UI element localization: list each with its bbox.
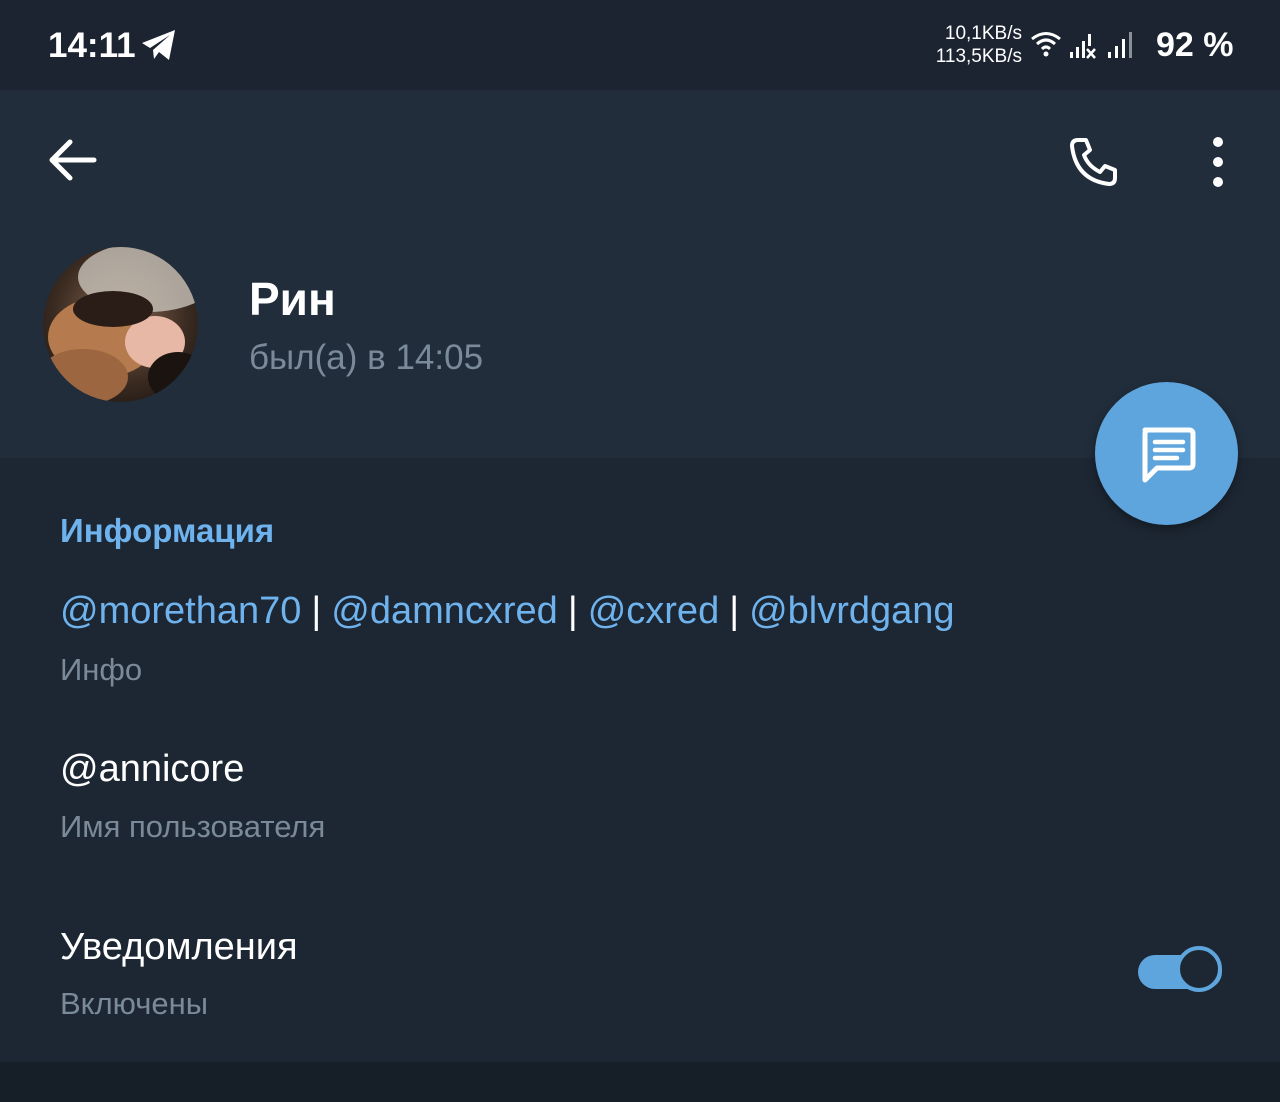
avatar-image <box>43 247 198 402</box>
bio-separator: | <box>729 590 740 632</box>
avatar[interactable] <box>43 247 198 402</box>
notifications-title[interactable]: Уведомления <box>60 926 298 969</box>
username-caption: Имя пользователя <box>60 809 326 844</box>
network-speed: 10,1KB/s 113,5KB/s <box>918 22 1022 68</box>
message-icon <box>1142 427 1196 483</box>
profile-name: Рин <box>249 273 336 325</box>
toggle-knob <box>1176 946 1222 992</box>
status-bar: 14:11 10,1KB/s 113,5KB/s 92 % <box>0 0 1280 90</box>
notifications-state: Включены <box>60 986 209 1021</box>
phone-icon[interactable] <box>1064 132 1124 192</box>
status-time: 14:11 <box>48 26 136 65</box>
bio-link[interactable]: @morethan70 <box>60 590 301 632</box>
notifications-toggle[interactable] <box>1136 946 1228 998</box>
wifi-icon <box>1031 32 1061 57</box>
bio-separator: | <box>311 590 322 632</box>
bio-caption: Инфо <box>60 652 143 687</box>
network-speed-up: 10,1KB/s <box>944 23 1022 44</box>
bio-link[interactable]: @cxred <box>588 590 720 632</box>
more-vertical-icon[interactable] <box>1196 132 1240 192</box>
info-section-title: Информация <box>60 512 275 549</box>
bio-text: @morethan70 | @damncxred | @cxred | @blvrdgang <box>60 590 955 633</box>
network-speed-down: 113,5KB/s <box>935 46 1022 67</box>
bottom-divider <box>0 1062 1280 1102</box>
last-seen-status: был(а) в 14:05 <box>249 338 484 377</box>
bio-link[interactable]: @damncxred <box>331 590 558 632</box>
battery-level: 92 % <box>1156 26 1234 64</box>
back-arrow-icon[interactable] <box>42 130 102 190</box>
bio-separator: | <box>567 590 578 632</box>
username-value[interactable]: @annicore <box>60 748 244 791</box>
profile-header: Рин был(а) в 14:05 <box>0 90 1280 458</box>
signal-icon <box>1070 34 1096 59</box>
telegram-icon <box>142 30 175 60</box>
signal-icon <box>1108 32 1132 58</box>
send-message-button[interactable] <box>1095 382 1238 525</box>
profile-screen: 14:11 10,1KB/s 113,5KB/s 92 % Рин был(а)… <box>0 0 1280 1102</box>
bio-link[interactable]: @blvrdgang <box>749 590 954 632</box>
